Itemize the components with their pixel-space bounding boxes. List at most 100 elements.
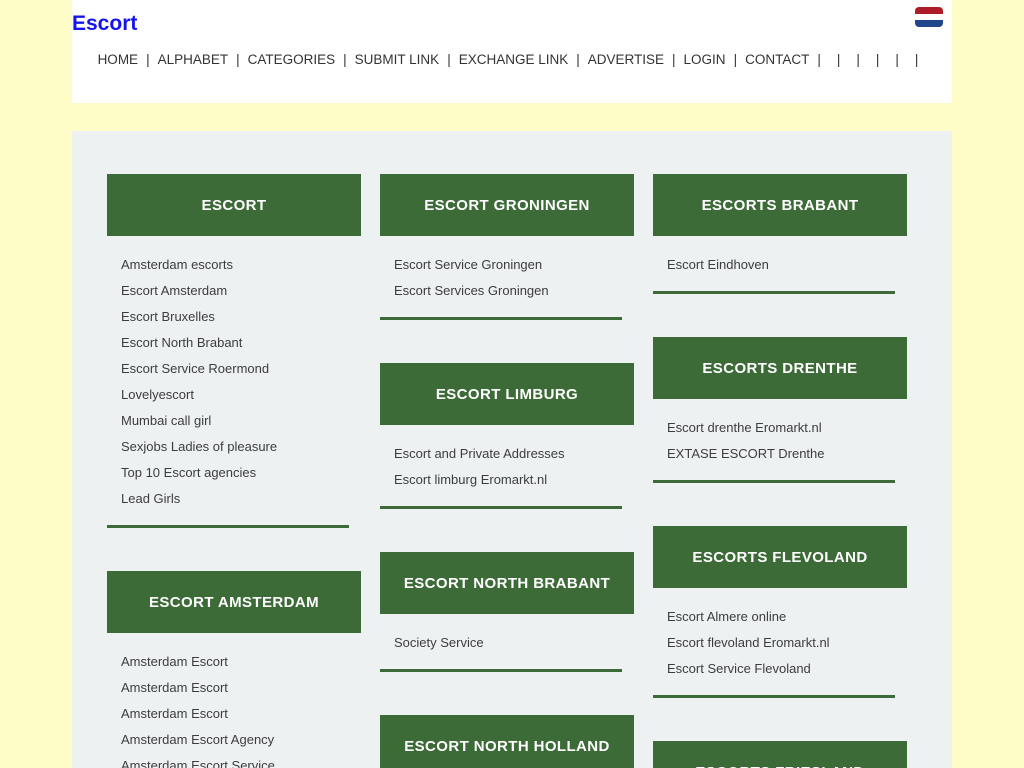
- directory-link[interactable]: Escort Almere online: [653, 604, 907, 630]
- nav-item-contact[interactable]: CONTACT: [745, 52, 809, 67]
- directory-link[interactable]: Amsterdam Escort: [107, 675, 361, 701]
- nav-separator: |: [146, 52, 150, 67]
- nav-separator: |: [837, 52, 841, 67]
- column-middle: ESCORT GRONINGEN Escort Service Groningen…: [380, 174, 634, 768]
- directory-link[interactable]: Escort Services Groningen: [380, 278, 634, 304]
- site-title-link[interactable]: Escort: [72, 12, 137, 36]
- nav-separator: |: [817, 52, 821, 67]
- directory-link[interactable]: Escort Service Flevoland: [653, 656, 907, 682]
- nav-separator: |: [343, 52, 347, 67]
- section-escort-amsterdam: ESCORT AMSTERDAMAmsterdam EscortAmsterda…: [107, 571, 361, 768]
- directory-link[interactable]: Escort North Brabant: [107, 330, 361, 356]
- section-divider: [380, 669, 622, 672]
- section-title: ESCORT LIMBURG: [436, 386, 578, 403]
- section-header-box: ESCORT AMSTERDAM: [107, 571, 361, 633]
- section-divider: [107, 525, 349, 528]
- section-divider: [653, 695, 895, 698]
- site-header: Escort HOME | ALPHABET | CATEGORIES | SUBMIT L…: [72, 0, 952, 103]
- directory-link[interactable]: Escort Amsterdam: [107, 278, 361, 304]
- page: Escort HOME | ALPHABET | CATEGORIES | SUBMIT L…: [0, 0, 1024, 768]
- flag-blue-stripe: [915, 20, 943, 27]
- section-link-list: Amsterdam EscortAmsterdam EscortAmsterda…: [107, 649, 361, 768]
- section-divider: [653, 480, 895, 483]
- section-title: ESCORTS BRABANT: [702, 197, 859, 214]
- directory-link[interactable]: Escort flevoland Eromarkt.nl: [653, 630, 907, 656]
- nav-separator: |: [447, 52, 451, 67]
- nav-separator: |: [876, 52, 880, 67]
- section-link-list: Escort and Private AddressesEscort limbu…: [380, 441, 634, 493]
- section-escort-north-holland: ESCORT NORTH HOLLAND: [380, 715, 634, 768]
- section-divider: [653, 291, 895, 294]
- directory-link[interactable]: Amsterdam Escort Agency: [107, 727, 361, 753]
- section-header-box: ESCORT GRONINGEN: [380, 174, 634, 236]
- section-title: ESCORTS DRENTHE: [702, 360, 857, 377]
- section-title: ESCORT NORTH HOLLAND: [404, 738, 610, 755]
- nav-item-exchange-link[interactable]: EXCHANGE LINK: [459, 52, 569, 67]
- nav-item-login[interactable]: LOGIN: [684, 52, 726, 67]
- nav-separator: |: [236, 52, 240, 67]
- section-escort-groningen: ESCORT GRONINGEN Escort Service Groningen…: [380, 174, 634, 320]
- directory-link[interactable]: Sexjobs Ladies of pleasure: [107, 434, 361, 460]
- section-escort: ESCORTAmsterdam escortsEscort AmsterdamE…: [107, 174, 361, 528]
- directory-link[interactable]: Escort Service Roermond: [107, 356, 361, 382]
- section-title: ESCORT AMSTERDAM: [149, 594, 319, 611]
- directory-link[interactable]: Escort drenthe Eromarkt.nl: [653, 415, 907, 441]
- directory-link[interactable]: Escort and Private Addresses: [380, 441, 634, 467]
- nav-item-home[interactable]: HOME: [98, 52, 139, 67]
- section-header-box: ESCORTS FRIESLAND: [653, 741, 907, 768]
- directory-link[interactable]: Escort limburg Eromarkt.nl: [380, 467, 634, 493]
- content-area: ESCORTAmsterdam escortsEscort AmsterdamE…: [72, 131, 952, 768]
- nav-separator: |: [576, 52, 580, 67]
- section-header-box: ESCORTS BRABANT: [653, 174, 907, 236]
- directory-link[interactable]: Society Service: [380, 630, 634, 656]
- directory-link[interactable]: Amsterdam Escort Service: [107, 753, 361, 768]
- section-header-box: ESCORT NORTH BRABANT: [380, 552, 634, 614]
- section-link-list: Escort Service GroningenEscort Services …: [380, 252, 634, 304]
- netherlands-flag-icon[interactable]: [915, 7, 943, 27]
- directory-link[interactable]: Amsterdam Escort: [107, 649, 361, 675]
- section-escorts-flevoland: ESCORTS FLEVOLANDEscort Almere onlineEsc…: [653, 526, 907, 698]
- section-escort-north-brabant: ESCORT NORTH BRABANT Society Service: [380, 552, 634, 672]
- flag-white-stripe: [915, 14, 943, 21]
- nav-separator: |: [856, 52, 860, 67]
- directory-link[interactable]: Amsterdam Escort: [107, 701, 361, 727]
- directory-link[interactable]: Escort Bruxelles: [107, 304, 361, 330]
- nav-separator: |: [895, 52, 899, 67]
- section-escorts-friesland: ESCORTS FRIESLAND: [653, 741, 907, 768]
- directory-link[interactable]: EXTASE ESCORT Drenthe: [653, 441, 907, 467]
- directory-link[interactable]: Escort Service Groningen: [380, 252, 634, 278]
- section-title: ESCORT: [202, 197, 267, 214]
- directory-link[interactable]: Top 10 Escort agencies: [107, 460, 361, 486]
- section-link-list: Escort Eindhoven: [653, 252, 907, 278]
- directory-link[interactable]: Mumbai call girl: [107, 408, 361, 434]
- section-link-list: Escort Almere onlineEscort flevoland Ero…: [653, 604, 907, 682]
- section-link-list: Escort drenthe Eromarkt.nlEXTASE ESCORT …: [653, 415, 907, 467]
- nav-item-categories[interactable]: CATEGORIES: [248, 52, 336, 67]
- nav-separator: |: [734, 52, 738, 67]
- column-right: ESCORTS BRABANT Escort Eindhoven ESCORTS D…: [653, 174, 907, 768]
- section-escorts-brabant: ESCORTS BRABANT Escort Eindhoven: [653, 174, 907, 294]
- nav-separator: |: [915, 52, 919, 67]
- section-header-box: ESCORTS FLEVOLAND: [653, 526, 907, 588]
- section-link-list: Society Service: [380, 630, 634, 656]
- nav-item-submit-link[interactable]: SUBMIT LINK: [355, 52, 440, 67]
- section-link-list: Amsterdam escortsEscort AmsterdamEscort …: [107, 252, 361, 512]
- directory-link[interactable]: Escort Eindhoven: [653, 252, 907, 278]
- nav-item-alphabet[interactable]: ALPHABET: [158, 52, 229, 67]
- nav-separator: |: [672, 52, 676, 67]
- main-nav: HOME | ALPHABET | CATEGORIES | SUBMIT LINK | EXC…: [72, 52, 952, 67]
- flag-red-stripe: [915, 7, 943, 14]
- section-title: ESCORT NORTH BRABANT: [404, 575, 610, 592]
- section-header-box: ESCORT NORTH HOLLAND: [380, 715, 634, 768]
- section-escort-limburg: ESCORT LIMBURG Escort and Private Address…: [380, 363, 634, 509]
- column-left: ESCORTAmsterdam escortsEscort AmsterdamE…: [107, 174, 361, 768]
- section-header-box: ESCORT: [107, 174, 361, 236]
- section-header-box: ESCORT LIMBURG: [380, 363, 634, 425]
- section-title: ESCORTS FRIESLAND: [695, 764, 864, 768]
- section-divider: [380, 317, 622, 320]
- directory-link[interactable]: Amsterdam escorts: [107, 252, 361, 278]
- nav-item-advertise[interactable]: ADVERTISE: [588, 52, 664, 67]
- directory-link[interactable]: Lead Girls: [107, 486, 361, 512]
- directory-link[interactable]: Lovelyescort: [107, 382, 361, 408]
- section-header-box: ESCORTS DRENTHE: [653, 337, 907, 399]
